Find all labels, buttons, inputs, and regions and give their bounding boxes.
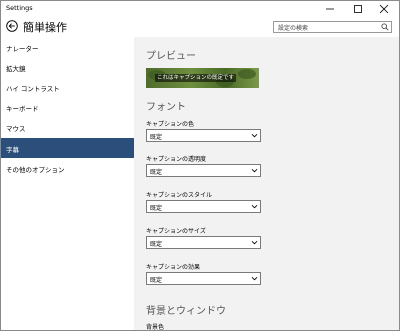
caption-style-value: 既定 [150,205,163,212]
caption-effects-label: キャプションの効果 [146,264,201,271]
page-header: 簡単操作 設定の検索 [1,17,399,37]
sidebar-item-label: その他のオプション [6,166,65,174]
font-heading: フォント [146,102,186,113]
caption-transparency-select[interactable]: 既定 [146,164,261,177]
sidebar: ナレーター 拡大鏡 ハイ コントラスト キーボード マウス 字幕 その他のオプシ… [1,37,134,330]
sidebar-item-narrator[interactable]: ナレーター [1,37,134,57]
sidebar-item-keyboard[interactable]: キーボード [1,97,134,117]
title-bar: Settings [1,1,399,17]
sidebar-item-label: 字幕 [6,146,19,154]
caption-size-label: キャプションのサイズ [146,228,206,235]
sidebar-item-high-contrast[interactable]: ハイ コントラスト [1,77,134,97]
page-title: 簡単操作 [23,21,67,34]
background-color-label: 背景色 [146,324,165,331]
window-title: Settings [6,4,33,12]
background-heading: 背景とウィンドウ [146,306,226,317]
sidebar-item-label: マウス [6,125,26,133]
caption-color-label: キャプションの色 [146,121,195,128]
caption-size-value: 既定 [150,241,163,248]
caption-style-label: キャプションのスタイル [146,192,213,199]
chevron-down-icon [251,204,258,209]
sidebar-item-other-options[interactable]: その他のオプション [1,158,134,178]
chevron-down-icon [251,276,258,281]
sidebar-item-label: ハイ コントラスト [6,85,60,93]
back-arrow-icon[interactable] [6,20,18,32]
sidebar-item-label: キーボード [6,105,39,113]
settings-window: Settings 簡単操作 設定の検索 ナレーター 拡大鏡 ハイ コントラスト [0,0,400,331]
maximize-button[interactable] [347,3,369,15]
minimize-icon [326,8,334,10]
close-icon [379,4,389,14]
sidebar-item-mouse[interactable]: マウス [1,117,134,137]
caption-color-select[interactable]: 既定 [146,129,261,142]
caption-size-select[interactable]: 既定 [146,236,261,249]
preview-caption-text: これはキャプションの既定です [155,74,237,82]
preview-heading: プレビュー [146,51,196,62]
chevron-down-icon [251,168,258,173]
caption-color-value: 既定 [150,134,163,141]
caption-effects-value: 既定 [150,277,163,284]
caption-style-select[interactable]: 既定 [146,200,261,213]
sidebar-item-label: 拡大鏡 [6,65,26,73]
sidebar-item-label: ナレーター [6,45,39,53]
sidebar-item-magnifier[interactable]: 拡大鏡 [1,57,134,77]
close-button[interactable] [373,3,395,15]
maximize-icon [354,5,362,13]
search-input[interactable]: 設定の検索 [273,21,392,33]
caption-preview: これはキャプションの既定です [146,68,259,88]
chevron-down-icon [251,133,258,138]
caption-transparency-value: 既定 [150,169,163,176]
caption-transparency-label: キャプションの透明度 [146,156,207,163]
search-placeholder: 設定の検索 [278,25,309,32]
chevron-down-icon [251,240,258,245]
minimize-button[interactable] [319,3,341,15]
preview-foliage [238,69,256,79]
sidebar-item-captions[interactable]: 字幕 [1,138,134,158]
search-icon [381,23,389,31]
caption-effects-select[interactable]: 既定 [146,272,261,285]
content-pane: プレビュー これはキャプションの既定です フォント キャプションの色 既定 キャ… [134,37,399,330]
